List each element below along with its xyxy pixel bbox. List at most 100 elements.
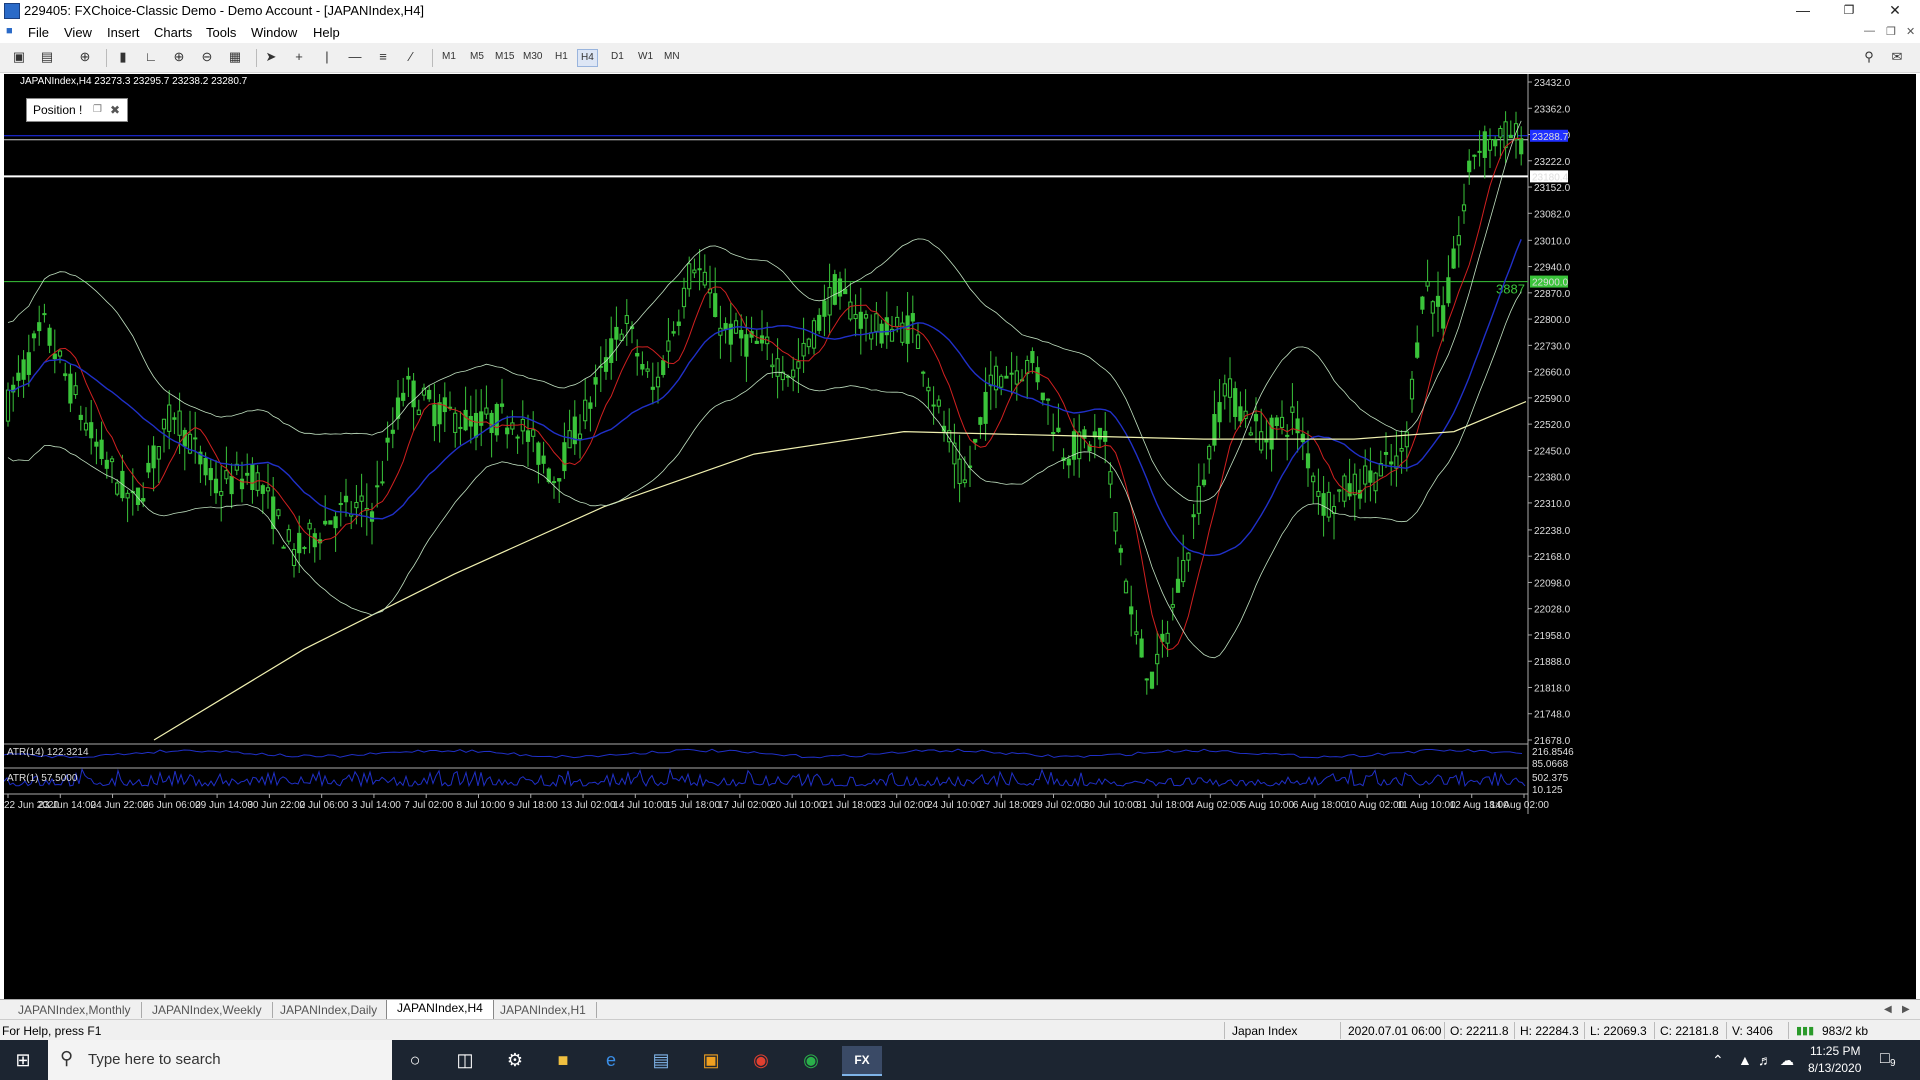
menu-tools[interactable]: Tools (206, 25, 236, 40)
tab-daily[interactable]: JAPANIndex,Daily (270, 1002, 389, 1018)
candle-body (1456, 235, 1461, 246)
tf-d1[interactable]: D1 (611, 51, 624, 62)
child-close-icon[interactable]: ✕ (1906, 25, 1915, 38)
profiles-icon[interactable]: ▤ (38, 48, 56, 66)
restore-icon[interactable]: ❐ (1826, 0, 1872, 22)
onedrive-icon[interactable]: ☁ (1780, 1052, 1794, 1069)
zoom-out-icon[interactable]: ⊖ (198, 48, 216, 66)
atr14-scale-high: 216.8546 (1532, 747, 1574, 758)
tf-m15[interactable]: M15 (495, 51, 514, 62)
time-label: 23 Jul 02:00 (875, 800, 930, 811)
candle-body (744, 334, 749, 357)
crosshair-target-icon[interactable]: ⊕ (76, 48, 94, 66)
chart-area[interactable]: 23432.023362.023292.023222.023152.023082… (4, 74, 1916, 999)
status-low: L: 22069.3 (1590, 1024, 1647, 1038)
menu-charts[interactable]: Charts (154, 25, 192, 40)
price-chart[interactable]: 23432.023362.023292.023222.023152.023082… (4, 74, 1916, 999)
vertical-line-icon[interactable]: | (318, 48, 336, 66)
candle-body (1165, 632, 1170, 644)
windows-start-icon[interactable]: ⊞ (8, 1046, 38, 1074)
line-chart-icon[interactable]: ∟ (142, 48, 160, 66)
candle-body (999, 375, 1004, 388)
position-window[interactable]: Position ! ❐ ✖ (26, 98, 128, 122)
clock-time[interactable]: 11:25 PM (1810, 1044, 1860, 1058)
clock-date[interactable]: 8/13/2020 (1808, 1061, 1861, 1075)
child-minimize-icon[interactable]: — (1864, 25, 1875, 37)
app-icon[interactable]: ⚙ (500, 1046, 530, 1074)
cursor-icon[interactable]: ➤ (262, 48, 280, 66)
time-label: 30 Jun 22:00 (247, 800, 305, 811)
minimize-icon[interactable]: — (1780, 0, 1826, 22)
menu-help[interactable]: Help (313, 25, 340, 40)
trendline-icon[interactable]: ∕ (402, 48, 420, 66)
crosshair-icon[interactable]: + (290, 48, 308, 66)
menu-window[interactable]: Window (251, 25, 297, 40)
tab-monthly[interactable]: JAPANIndex,Monthly (8, 1002, 142, 1018)
time-label: 9 Jul 18:00 (509, 800, 558, 811)
horizontal-line-icon[interactable]: — (346, 48, 364, 66)
taskbar-search[interactable]: ⚲ Type here to search (48, 1040, 392, 1080)
child-restore-icon[interactable]: ❐ (1886, 25, 1896, 38)
green-app-icon[interactable]: ◉ (796, 1046, 826, 1074)
tf-m1[interactable]: M1 (442, 51, 456, 62)
candle-body (109, 458, 115, 463)
menu-view[interactable]: View (64, 25, 92, 40)
candle-body (1207, 445, 1212, 460)
menu-insert[interactable]: Insert (107, 25, 140, 40)
close-icon[interactable]: ✕ (1872, 0, 1918, 22)
candle-body (635, 352, 640, 357)
menu-file[interactable]: File (28, 25, 49, 40)
chrome-icon[interactable]: ◉ (746, 1046, 776, 1074)
bar-chart-icon[interactable]: ▮ (114, 48, 132, 66)
volume-icon[interactable]: ♬ (1758, 1052, 1772, 1068)
edge-icon[interactable]: e (596, 1046, 626, 1074)
tf-h1[interactable]: H1 (555, 51, 568, 62)
undock-icon[interactable]: ❐ (93, 99, 102, 121)
file-explorer-icon[interactable]: ■ (548, 1046, 578, 1074)
new-chart-icon[interactable]: ▣ (10, 48, 28, 66)
title-bar: 229405: FXChoice-Classic Demo - Demo Acc… (0, 0, 1920, 22)
time-label: 24 Jun 22:00 (91, 800, 149, 811)
sublime-icon[interactable]: ▣ (696, 1046, 726, 1074)
chat-icon[interactable]: ✉ (1888, 48, 1906, 66)
fibonacci-icon[interactable]: ≡ (374, 48, 392, 66)
tf-w1[interactable]: W1 (638, 51, 653, 62)
price-label: 23432.0 (1534, 78, 1571, 89)
network-icon[interactable]: ▲ (1738, 1052, 1752, 1068)
candle-body (1082, 429, 1087, 439)
candle-body (1300, 433, 1305, 443)
tile-windows-icon[interactable]: ▦ (226, 48, 244, 66)
tab-scroll-right-icon[interactable]: ▶ (1902, 1002, 1910, 1018)
status-bar: For Help, press F1 Japan Index 2020.07.0… (0, 1019, 1920, 1041)
taskbar: ⊞ ⚲ Type here to search ○ ◫ ⚙ ■ e ▤ ▣ ◉ … (0, 1040, 1920, 1080)
task-view-icon[interactable]: ◫ (450, 1046, 480, 1074)
document-icon[interactable]: ■ (6, 25, 13, 37)
tab-h1[interactable]: JAPANIndex,H1 (490, 1002, 597, 1018)
candle-body (1446, 277, 1451, 304)
tf-m30[interactable]: M30 (523, 51, 542, 62)
zoom-in-icon[interactable]: ⊕ (170, 48, 188, 66)
notifications-icon[interactable]: □ (1880, 1050, 1890, 1068)
search-icon[interactable]: ⚲ (1860, 48, 1878, 66)
candle-body (427, 389, 432, 400)
close-icon[interactable]: ✖ (110, 99, 120, 121)
price-label: 23362.0 (1534, 104, 1571, 115)
tab-weekly[interactable]: JAPANIndex,Weekly (142, 1002, 273, 1018)
candle-body (203, 457, 208, 476)
remote-desktop-icon[interactable]: ▤ (646, 1046, 676, 1074)
price-label: 22238.0 (1534, 526, 1571, 537)
candle-body (1352, 473, 1357, 496)
tab-scroll-left-icon[interactable]: ◀ (1884, 1002, 1892, 1018)
candle-body (89, 422, 94, 439)
time-label: 2 Jul 06:00 (300, 800, 349, 811)
tf-mn[interactable]: MN (664, 51, 680, 62)
cortana-icon[interactable]: ○ (400, 1046, 430, 1074)
candle-body (1279, 416, 1285, 428)
tray-chevron-icon[interactable]: ⌃ (1712, 1052, 1724, 1069)
candle-body (1363, 465, 1368, 485)
tf-m5[interactable]: M5 (470, 51, 484, 62)
fxchoice-icon[interactable]: FX (842, 1046, 882, 1076)
tab-h4[interactable]: JAPANIndex,H4 (386, 1000, 494, 1020)
tf-h4[interactable]: H4 (577, 49, 598, 67)
candle-body (161, 418, 167, 430)
